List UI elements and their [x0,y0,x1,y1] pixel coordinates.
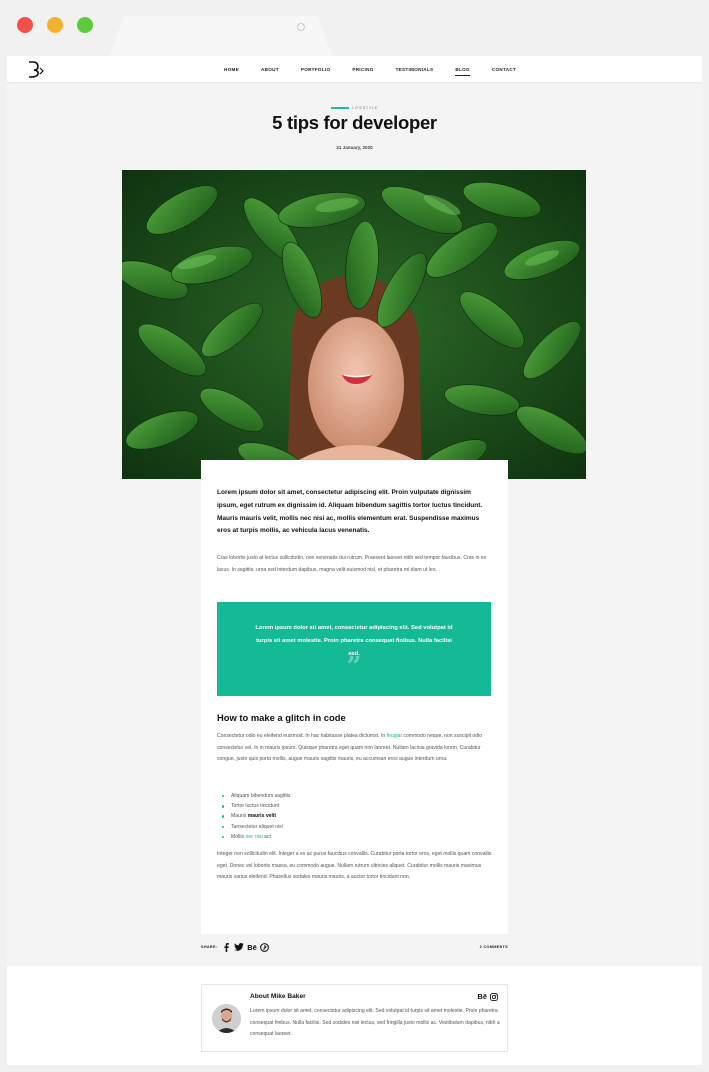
author-box: About Mike Baker Bē Lorem ipsum dolor si… [201,984,508,1052]
list-item: Mauris mauris velit [217,811,492,821]
list-item: Tansectetur aliquet nisi [217,822,492,832]
nav-item-contact[interactable]: CONTACT [492,67,516,72]
list-item: Tortor luctus tincidunt [217,801,492,811]
tab-close-icon[interactable] [297,23,305,31]
post-date: 31 January, 2020 [336,145,373,150]
main-nav: HOME ABOUT PORTFOLIO PRICING TESTIMONIAL… [224,56,538,82]
nav-item-pricing[interactable]: PRICING [352,67,373,72]
blockquote: Lorem ipsum dolor sit amet, consectetur … [217,602,491,696]
list-item-link[interactable]: nec nisi [245,834,262,840]
author-social: Bē [477,992,498,1001]
nav-item-portfolio[interactable]: PORTFOLIO [301,67,331,72]
comments-link[interactable]: 2 COMMENTS [480,945,508,949]
article-paragraph-2: Consectetur odio eu eleifend euismod. In… [217,731,493,766]
behance-icon[interactable]: Bē [246,942,258,952]
list-item-bold: mauris velit [247,813,277,820]
article-card: Lorem ipsum dolor sit amet, consectetur … [201,460,508,934]
navbar: HOME ABOUT PORTFOLIO PRICING TESTIMONIAL… [7,56,702,82]
minimize-window-button[interactable] [47,17,63,33]
nav-item-about[interactable]: ABOUT [261,67,279,72]
pinterest-icon[interactable] [259,942,269,952]
list-item-text: Mauris [231,813,248,820]
browser-tab[interactable] [110,16,332,56]
category-label[interactable]: LIFESTYLE [352,106,378,110]
browser-chrome [0,0,709,56]
paragraph-2-text: Consectetur odio eu eleifend euismod. In… [217,733,387,739]
avatar [212,1004,241,1033]
logo-icon[interactable] [26,60,44,78]
bullet-list: Aliquam bibendum sagittis Tortor luctus … [217,791,492,842]
behance-icon[interactable]: Bē [477,992,487,1001]
share-bar: SHARE: Bē 2 COMMENTS [201,941,508,955]
article-paragraph-1: Cras lobortis justo at lectus sollicitud… [217,555,487,573]
twitter-icon[interactable] [233,942,244,952]
category-accent-line [330,106,349,109]
list-item-text: Mollis [231,833,246,840]
avatar-image [212,1004,241,1033]
share-label: SHARE: [201,945,218,949]
post-title: 5 tips for developer [272,112,437,133]
list-item: Aliquam bibendum sagittis [217,791,492,801]
article-lead: Lorem ipsum dolor sit amet, consectetur … [217,489,483,535]
author-section: About Mike Baker Bē Lorem ipsum dolor si… [7,966,702,1065]
nav-item-home[interactable]: HOME [224,67,239,72]
close-window-button[interactable] [17,17,33,33]
facebook-icon[interactable] [222,942,230,952]
hero-illustration [122,170,586,479]
article-paragraph-3: Integer non sollicitudin elit. Integer a… [217,851,492,881]
author-name: About Mike Baker [250,993,306,1000]
quote-icon: ” [346,652,362,682]
instagram-icon[interactable] [490,992,498,1001]
author-bio: Lorem ipsum dolor sit amet, consectetur … [250,1008,500,1038]
website: HOME ABOUT PORTFOLIO PRICING TESTIMONIAL… [7,56,702,1065]
maximize-window-button[interactable] [77,17,93,33]
list-item: Mollis nec nisi act [217,832,492,842]
feugiat-link[interactable]: feugiat [387,733,402,739]
list-item-text: act [262,833,271,840]
nav-item-testimonials[interactable]: TESTIMONIALS [396,67,434,72]
hero-image [122,170,586,479]
section-heading: How to make a glitch in code [217,712,346,723]
nav-item-blog[interactable]: BLOG [455,67,471,76]
